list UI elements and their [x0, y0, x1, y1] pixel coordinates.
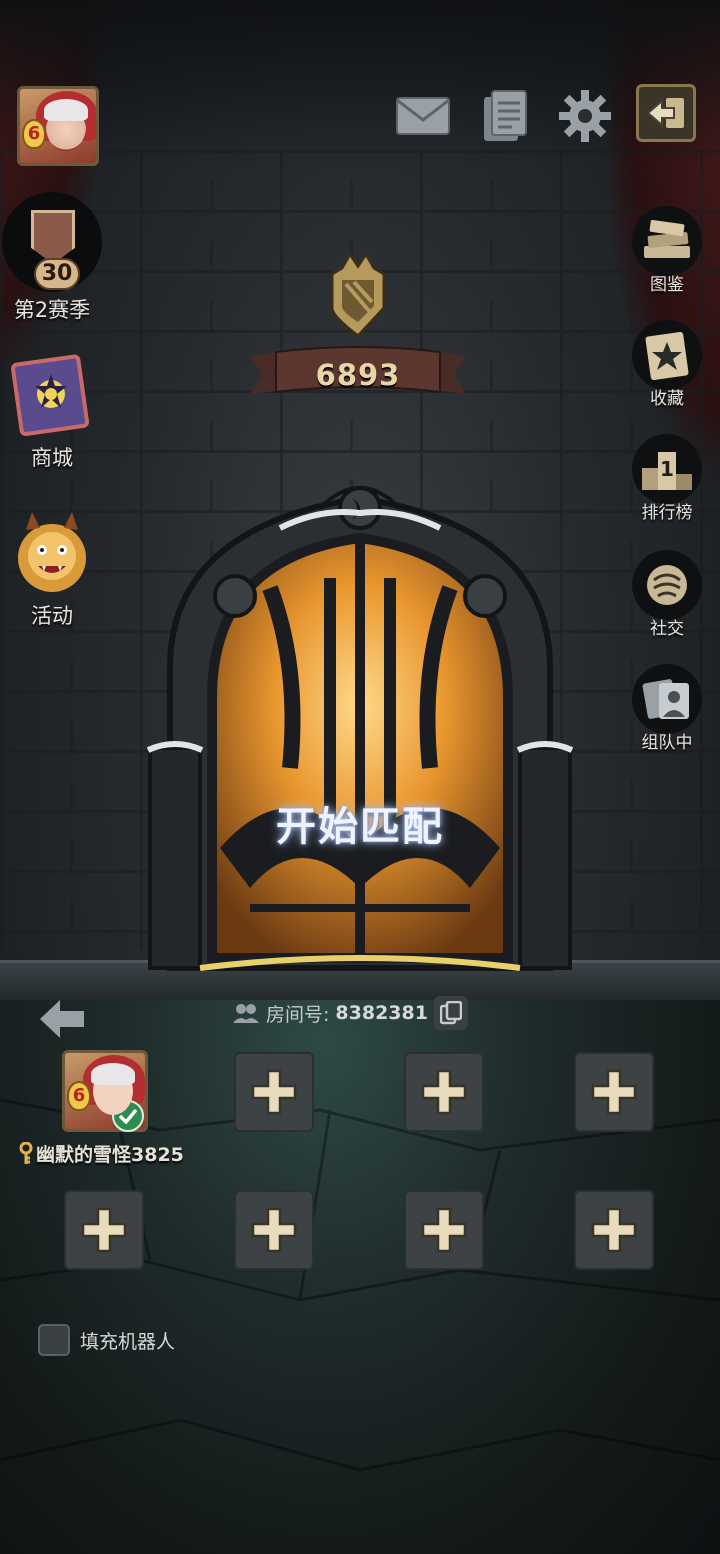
fill-bots-label: 填充机器人: [80, 1330, 176, 1353]
room-number-label: 房间号:: [266, 1003, 330, 1026]
mail-icon[interactable]: [394, 88, 452, 144]
exit-icon[interactable]: [636, 84, 696, 142]
empty-slot-2[interactable]: [234, 1052, 314, 1132]
empty-slot-6[interactable]: [234, 1190, 314, 1270]
shop-button[interactable]: 商城: [0, 352, 104, 472]
fill-bots-option[interactable]: 填充机器人: [38, 1324, 175, 1356]
codex-button[interactable]: 图鉴: [626, 206, 708, 295]
team-icon: [632, 664, 702, 734]
start-match-door[interactable]: [130, 468, 590, 980]
collection-button[interactable]: 收藏: [626, 320, 708, 409]
key-icon: [19, 1141, 33, 1164]
plus-icon: [421, 1069, 467, 1115]
avatar-hair: [44, 99, 88, 121]
room-people-icon: [233, 1004, 259, 1023]
fist-icon: [632, 550, 702, 620]
plus-icon: [591, 1207, 637, 1253]
event-label: 活动: [31, 604, 73, 628]
empty-slot-5[interactable]: [64, 1190, 144, 1270]
season-emblem: 30: [2, 192, 102, 292]
shop-book-icon: [9, 352, 95, 437]
svg-text:1: 1: [660, 457, 674, 481]
room-info: 房间号: 8382381: [232, 996, 468, 1030]
empty-slot-7[interactable]: [404, 1190, 484, 1270]
plus-icon: [251, 1207, 297, 1253]
leaderboard-label: 排行榜: [641, 503, 693, 523]
empty-slot-4[interactable]: [574, 1052, 654, 1132]
plus-icon: [421, 1207, 467, 1253]
rank-display[interactable]: 6893: [250, 254, 466, 404]
season-label: 第2赛季: [13, 298, 91, 322]
fill-bots-checkbox[interactable]: [38, 1324, 70, 1356]
shop-label: 商城: [31, 446, 73, 470]
copy-icon: [439, 1001, 462, 1025]
podium-icon: 1: [632, 434, 702, 504]
slot-avatar-hair: [91, 1063, 135, 1085]
player-avatar[interactable]: 6: [17, 86, 99, 166]
collection-label: 收藏: [650, 389, 684, 409]
empty-slot-8[interactable]: [574, 1190, 654, 1270]
team-button[interactable]: 组队中: [626, 664, 708, 753]
copy-room-number-button[interactable]: [433, 996, 468, 1030]
books-icon: [632, 206, 702, 276]
codex-label: 图鉴: [650, 275, 684, 295]
top-shade: [0, 0, 720, 170]
team-label: 组队中: [641, 733, 693, 753]
player-level-badge: 6: [22, 119, 46, 149]
lion-mask-icon: [12, 508, 92, 596]
empty-slot-3[interactable]: [404, 1052, 484, 1132]
event-button[interactable]: 活动: [0, 508, 104, 630]
season-rank-number: 30: [34, 258, 80, 290]
rank-shield-icon: [330, 254, 386, 339]
gear-icon[interactable]: [556, 88, 614, 144]
room-number: 8382381: [335, 1002, 428, 1024]
notes-icon[interactable]: [478, 88, 532, 144]
leaderboard-button[interactable]: 1 排行榜: [626, 434, 708, 523]
player-name: 幽默的雪怪3825: [36, 1144, 184, 1166]
plus-icon: [591, 1069, 637, 1115]
rank-score: 6893: [315, 358, 401, 392]
plus-icon: [251, 1069, 297, 1115]
crown-crest-icon: [31, 210, 75, 264]
player-name-row: 幽默的雪怪3825: [18, 1140, 184, 1167]
back-arrow-icon[interactable]: [38, 998, 86, 1040]
social-label: 社交: [650, 619, 684, 639]
season-button[interactable]: 30 第2赛季: [0, 192, 104, 324]
door-frame: [146, 486, 574, 971]
slot-level-badge: 6: [67, 1081, 91, 1111]
social-button[interactable]: 社交: [626, 550, 708, 639]
start-match-label[interactable]: 开始匹配: [0, 794, 720, 852]
plus-icon: [81, 1207, 127, 1253]
star-card-icon: [632, 320, 702, 390]
